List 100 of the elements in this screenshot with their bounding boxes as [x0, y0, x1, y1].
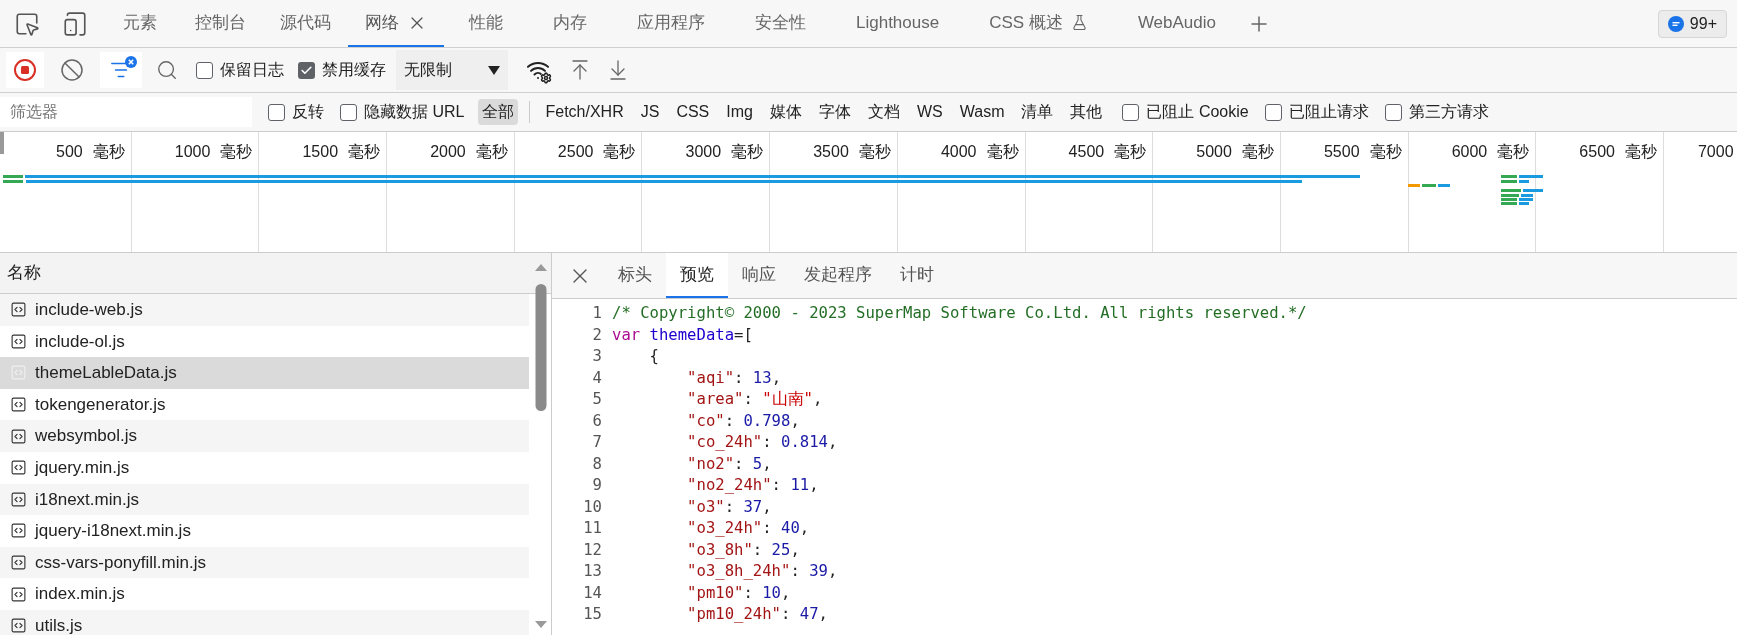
request-row[interactable]: i18next.min.js: [0, 483, 529, 516]
code-file-icon: [10, 522, 27, 540]
check-icon: [300, 63, 313, 77]
code-file-icon: [10, 585, 27, 603]
line-number: 5: [591, 389, 603, 411]
code-line: {: [648, 346, 659, 368]
request-row[interactable]: themeLableData.js: [0, 357, 529, 389]
timeline-tick-unit: 毫秒: [1369, 142, 1402, 160]
timeline-tick-label: 5500: [1323, 142, 1360, 160]
timeline-tick-label: 3500: [813, 142, 849, 160]
code-line: "co_24h": 0.814,: [686, 432, 838, 454]
timeline-tick-label: 500: [56, 142, 83, 160]
request-row[interactable]: utils.js: [0, 609, 529, 635]
timeline-tick-label: 4500: [1068, 142, 1105, 160]
record-button[interactable]: [6, 52, 44, 88]
timeline-tick-unit: 毫秒: [603, 142, 636, 160]
request-row[interactable]: websymbol.js: [0, 420, 529, 452]
timeline-tick-label: 1000: [174, 142, 211, 160]
record-icon: [13, 58, 37, 82]
code-file-icon: [10, 617, 27, 635]
checkbox[interactable]: [1384, 103, 1402, 121]
code-line: "o3": 37,: [686, 496, 772, 518]
panel-tab[interactable]: WebAudio: [1112, 0, 1241, 47]
code-line: /* Copyright© 2000 - 2023 SuperMap Software Co.Ltd. All rights reserved.*/: [612, 303, 1307, 325]
code-file-icon: [10, 490, 27, 508]
detail-tab[interactable]: 标头: [604, 253, 666, 298]
timeline-tick-unit: 毫秒: [220, 142, 253, 160]
checkbox-label: 反转: [292, 102, 324, 122]
timeline-tick-unit: 毫秒: [986, 142, 1019, 160]
line-number: 13: [582, 561, 603, 583]
type-filter[interactable]: 文档: [863, 99, 904, 125]
request-row[interactable]: include-web.js: [0, 294, 529, 326]
panel-tab[interactable]: 应用程序: [612, 0, 730, 47]
timeline-tick-unit: 毫秒: [348, 142, 381, 160]
type-filter[interactable]: WS: [912, 99, 947, 125]
clear-icon[interactable]: [60, 58, 84, 82]
timeline-tick-unit: 毫秒: [731, 142, 764, 160]
throttling-select[interactable]: 无限制: [396, 50, 508, 90]
type-filter[interactable]: JS: [636, 99, 664, 125]
checkbox[interactable]: [196, 61, 213, 79]
timeline-tick-unit: 毫秒: [1624, 142, 1657, 160]
timeline-tick-label: 4000: [940, 142, 977, 160]
panel-tab[interactable]: 内存: [528, 0, 612, 47]
detail-tab[interactable]: 响应: [728, 253, 790, 298]
type-filter[interactable]: CSS: [672, 99, 714, 125]
device-toolbar-icon[interactable]: [62, 10, 88, 37]
code-line: "o3_24h": 40,: [686, 518, 810, 540]
inspect-icon[interactable]: [14, 10, 40, 37]
panel-tab[interactable]: 性能: [444, 0, 528, 47]
code-line: "pm10_24h": 47,: [686, 604, 828, 626]
timeline-tick-unit: 毫秒: [475, 142, 508, 160]
clear-badge-icon: [125, 56, 137, 68]
code-line: "no2_24h": 11,: [686, 475, 819, 497]
panel-tab[interactable]: Lighthouse: [831, 0, 965, 47]
detail-tab[interactable]: 预览: [666, 253, 728, 298]
code-line: "co": 0.798,: [686, 410, 800, 432]
line-number: 10: [582, 496, 603, 518]
panel-tab[interactable]: CSS 概述: [964, 0, 1113, 47]
checkbox[interactable]: [1264, 103, 1282, 121]
type-filter[interactable]: 其他: [1066, 99, 1107, 125]
type-filter[interactable]: 字体: [814, 99, 855, 125]
line-number: 12: [582, 539, 603, 561]
type-filter[interactable]: 全部: [478, 99, 519, 125]
checkbox[interactable]: [340, 103, 357, 121]
checkbox-label: 禁用缓存: [322, 60, 386, 80]
filter-input[interactable]: 筛选器: [0, 97, 252, 127]
panel-tab[interactable]: 元素: [106, 0, 178, 47]
code-file-icon: [10, 301, 27, 319]
checkbox[interactable]: [298, 61, 315, 79]
detail-tab[interactable]: 发起程序: [790, 253, 886, 298]
panel-tab[interactable]: 源代码: [263, 0, 348, 47]
filter-button[interactable]: [100, 52, 142, 88]
timeline-tick-label: 2500: [557, 142, 594, 160]
type-filter[interactable]: Wasm: [955, 99, 1009, 125]
code-file-icon: [10, 427, 27, 445]
timeline-tick-unit: 毫秒: [858, 142, 891, 160]
timeline-tick-label: 5000: [1196, 142, 1232, 160]
timeline-tick-label: 2000: [430, 142, 466, 160]
type-filter[interactable]: Img: [722, 99, 757, 125]
checkbox-label: 已阻止请求: [1288, 102, 1369, 122]
type-filter[interactable]: Fetch/XHR: [541, 99, 628, 125]
timeline-tick-label: 6500: [1579, 142, 1615, 160]
line-number: 14: [582, 582, 603, 604]
panel-tab[interactable]: 安全性: [730, 0, 831, 47]
checkbox[interactable]: [1122, 103, 1140, 121]
panel-tab[interactable]: 控制台: [178, 0, 263, 47]
type-filter[interactable]: 媒体: [765, 99, 806, 125]
line-number: 9: [591, 475, 603, 497]
timeline-tick-unit: 毫秒: [1497, 142, 1530, 160]
detail-tab[interactable]: 计时: [886, 253, 948, 298]
code-line: "o3_8h": 25,: [686, 539, 800, 561]
column-header[interactable]: 名称: [7, 260, 41, 286]
code-line: "no2": 5,: [686, 453, 772, 475]
issues-badge[interactable]: 99+: [1657, 9, 1727, 38]
request-row[interactable]: css-vars-ponyfill.min.js: [0, 546, 529, 579]
line-number: 3: [591, 346, 603, 368]
checkbox[interactable]: [268, 103, 285, 121]
code-line: "aqi": 13,: [686, 367, 781, 389]
type-filter[interactable]: 清单: [1017, 99, 1058, 125]
timeline-tick-label: 7000: [1697, 143, 1734, 160]
